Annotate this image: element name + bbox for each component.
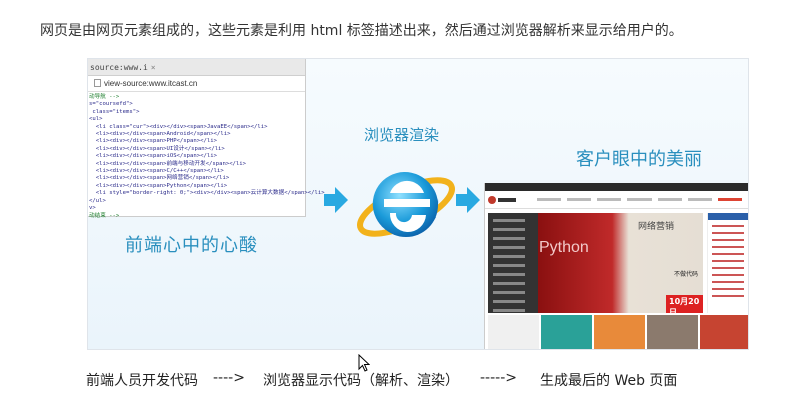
- source-code: 动导航 --> s="coursefd"> class="items"> <ul> …: [88, 92, 325, 220]
- site-nav: [537, 197, 742, 203]
- site-logo-icon: [488, 196, 516, 204]
- code-line: </ul>: [89, 197, 106, 204]
- arrow-right-icon: [324, 187, 348, 213]
- intro-text: 网页是由网页元素组成的，这些元素是利用 html 标签描述出来，然后通过浏览器解…: [40, 23, 683, 39]
- code-line: <li><div></div><span>前端与移动开发</span></li>: [89, 160, 247, 167]
- banner-text: Python: [539, 239, 589, 256]
- tab-close-icon[interactable]: ×: [151, 63, 156, 72]
- code-line: <li><div></div><span>iOS</span></li>: [89, 153, 217, 160]
- label-eye: 客户眼中的美丽: [576, 149, 702, 170]
- caption-step-1: 前端人员开发代码: [86, 373, 198, 389]
- code-line: v>: [89, 205, 96, 212]
- banner-date-badge: 10月20日: [666, 295, 703, 313]
- code-line: class="items">: [89, 108, 140, 115]
- banner-right-sub: 不做代码: [674, 271, 699, 278]
- code-line: s="coursefd">: [89, 101, 133, 108]
- caption-step-2: 浏览器显示代码（解析、渲染）: [263, 373, 459, 389]
- site-sidebar: [707, 213, 748, 313]
- arrow-right-icon-2: [456, 187, 480, 213]
- site-tiles: [488, 315, 748, 349]
- view-source-window: source:www.i × view-source:www.itcast.cn …: [88, 59, 325, 220]
- code-line: <li><div></div><span>UI设计</span></li>: [89, 145, 225, 152]
- code-line: <li style="border-right: 0;"><div></div>…: [89, 190, 325, 197]
- illustration-slide: source:www.i × view-source:www.itcast.cn …: [87, 58, 749, 350]
- address-text: view-source:www.itcast.cn: [104, 79, 198, 88]
- caption-step-3: 生成最后的 Web 页面: [540, 373, 678, 389]
- code-line: <li><div></div><span>网络营销</span></li>: [89, 175, 230, 182]
- banner-right-text: 网络营销: [638, 222, 675, 232]
- code-line: <li><div></div><span>PHP</span></li>: [89, 138, 217, 145]
- caption-arrow-2: ----->: [480, 370, 517, 386]
- caption-arrow-1: ---->: [213, 370, 245, 386]
- label-render: 浏览器渲染: [364, 126, 440, 144]
- site-header: [485, 191, 748, 209]
- address-bar[interactable]: view-source:www.itcast.cn: [88, 76, 305, 92]
- code-line: <li><div></div><span>Android</span></li>: [89, 131, 231, 138]
- site-course-menu: [488, 213, 538, 313]
- code-line: <ul>: [89, 116, 103, 123]
- site-banner: Python 网络营销 不做代码 10月20日: [538, 213, 703, 313]
- browser-tab[interactable]: source:www.i ×: [88, 59, 305, 76]
- site-topbar: [485, 183, 748, 191]
- code-line: <li class="cur"><div></div><span>JavaEE<…: [89, 123, 268, 130]
- rendered-website-preview: Python 网络营销 不做代码 10月20日: [484, 183, 748, 349]
- code-line: 动结束 -->: [89, 212, 120, 219]
- code-line: 动导航 -->: [89, 94, 120, 100]
- page-icon: [94, 79, 101, 87]
- ie-browser-icon: [357, 172, 455, 237]
- tab-title: source:www.i: [90, 63, 148, 72]
- label-source: 前端心中的心酸: [125, 235, 258, 256]
- mouse-cursor-icon: [358, 354, 370, 372]
